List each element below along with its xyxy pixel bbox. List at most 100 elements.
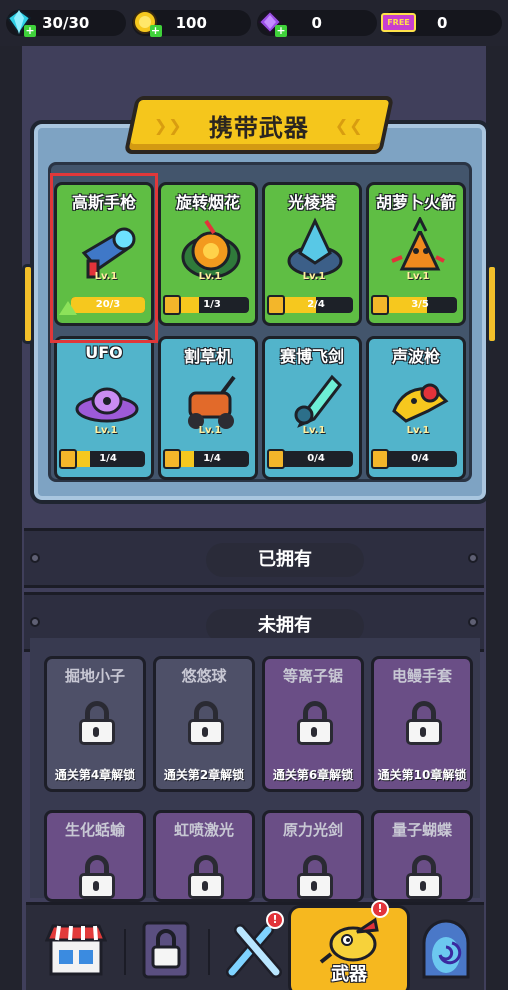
owned-title: 已拥有 (206, 543, 364, 577)
equipped-title-banner: ❯❯ 携带武器 ❮❮ (123, 96, 395, 154)
add-coin-icon[interactable]: + (149, 25, 162, 37)
weapon-name: UFO (85, 343, 123, 362)
unlock-condition: 通关第10章解锁 (377, 768, 467, 782)
free-ticket-icon: FREE (379, 7, 419, 37)
bolt-icon (468, 617, 478, 627)
lock-icon (142, 921, 190, 979)
weapon-progress-text: 0/4 (307, 453, 325, 464)
unlock-condition: 通关第6章解锁 (272, 768, 354, 782)
nav-separator (208, 929, 210, 975)
locked-weapon-card[interactable]: 量子蝴蝶 (371, 810, 473, 902)
padlock-icon (295, 855, 335, 899)
coin-value: 100 (175, 14, 207, 32)
panel-left-handle (22, 264, 34, 344)
weapons-alert-badge: ! (371, 900, 389, 918)
puzzle-piece-icon (59, 449, 77, 469)
weapon-card[interactable]: 胡萝卜火箭 Lv.1 3/5 (366, 182, 466, 326)
locked-weapon-name: 悠悠球 (181, 667, 227, 685)
add-energy-icon[interactable]: + (24, 25, 36, 37)
coin-counter[interactable]: + 100 (131, 10, 251, 37)
puzzle-piece-icon (267, 295, 285, 315)
padlock-icon (404, 701, 444, 745)
gem-value: 0 (311, 14, 322, 32)
nav-shop[interactable] (40, 917, 112, 983)
bolt-icon (30, 553, 40, 563)
weapon-progress-text: 3/5 (411, 299, 429, 310)
unlock-condition: 通关第4章解锁 (54, 768, 136, 782)
padlock-icon (295, 701, 335, 745)
portal-icon (422, 919, 470, 979)
weapon-progress-text: 2/4 (307, 299, 325, 310)
weapon-name: 旋转烟花 (175, 193, 240, 212)
padlock-icon (77, 855, 117, 899)
weapon-name: 声波枪 (391, 347, 440, 366)
nav-locked-tab[interactable] (130, 917, 202, 983)
equipped-title: 携带武器 (209, 113, 309, 142)
weapon-progress-text: 1/4 (99, 453, 117, 464)
padlock-icon (186, 855, 226, 899)
locked-weapon-card[interactable]: 虹喷激光 (153, 810, 255, 902)
locked-weapon-name: 掘地小子 (64, 667, 125, 685)
owned-divider: 已拥有 (24, 528, 484, 588)
weapon-progress-bar: 1/4 (71, 451, 145, 467)
padlock-icon (77, 701, 117, 745)
nav-weapons[interactable]: ! 武器 (288, 900, 410, 990)
nav-separator (124, 929, 126, 975)
unlock-condition: 通关第2章解锁 (163, 768, 245, 782)
weapon-progress-text: 0/4 (411, 453, 429, 464)
locked-weapon-name: 虹喷激光 (173, 821, 234, 839)
locked-weapon-card[interactable]: 原力光剑 (262, 810, 364, 902)
ticket-counter[interactable]: FREE 0 (381, 10, 502, 36)
bottom-nav: ! ! 武器 (26, 900, 484, 990)
panel-right-handle (486, 264, 498, 344)
weapon-card[interactable]: 声波枪 Lv.1 0/4 (366, 336, 466, 480)
energy-value: 30/30 (42, 14, 90, 32)
weapon-card[interactable]: 光棱塔 Lv.1 2/4 (262, 182, 362, 326)
shop-icon (45, 924, 107, 976)
locked-weapon-card[interactable]: 生化蛞蝓 (44, 810, 146, 902)
puzzle-piece-icon (267, 449, 285, 469)
weapon-card[interactable]: 割草机 Lv.1 1/4 (158, 336, 258, 480)
selected-weapon-highlight (50, 173, 158, 343)
weapon-name: 赛博飞剑 (279, 347, 344, 366)
locked-weapon-card[interactable]: 掘地小子通关第4章解锁 (44, 656, 146, 792)
locked-weapon-name: 等离子锯 (282, 667, 343, 685)
weapon-progress-bar: 3/5 (383, 297, 457, 313)
weapon-level: Lv.1 (302, 271, 326, 282)
weapon-card[interactable]: 旋转烟花 Lv.1 1/3 (158, 182, 258, 326)
weapon-progress-bar: 1/3 (175, 297, 249, 313)
nav-weapons-label: 武器 (331, 964, 367, 985)
weapon-level: Lv.1 (406, 425, 430, 436)
locked-weapon-name: 原力光剑 (282, 821, 343, 839)
weapon-card[interactable]: UFO Lv.1 1/4 (54, 336, 154, 480)
weapon-name: 割草机 (183, 347, 232, 366)
chevron-left-icon: ❯❯ (154, 115, 183, 135)
locked-weapon-name: 生化蛞蝓 (64, 821, 125, 839)
ticket-value: 0 (437, 14, 448, 32)
nav-battle[interactable]: ! (218, 911, 290, 983)
energy-counter[interactable]: + 30/30 (6, 9, 126, 37)
locked-weapon-name: 电鳗手套 (391, 667, 452, 685)
locked-weapon-name: 量子蝴蝶 (391, 821, 452, 839)
weapon-progress-bar: 0/4 (279, 451, 353, 467)
locked-weapon-card[interactable]: 电鳗手套通关第10章解锁 (371, 656, 473, 792)
padlock-icon (186, 701, 226, 745)
weapon-level: Lv.1 (198, 425, 222, 436)
resource-bar: + 30/30 + 100 + 0 FREE 0 (0, 0, 508, 46)
locked-weapon-card[interactable]: 悠悠球通关第2章解锁 (153, 656, 255, 792)
weapon-card[interactable]: 赛博飞剑 Lv.1 0/4 (262, 336, 362, 480)
weapon-name: 胡萝卜火箭 (375, 193, 456, 212)
weapon-progress-bar: 2/4 (279, 297, 353, 313)
padlock-icon (404, 855, 444, 899)
nav-portal[interactable] (410, 917, 482, 983)
battle-alert-badge: ! (266, 911, 284, 929)
bolt-icon (468, 553, 478, 563)
weapon-level: Lv.1 (302, 425, 326, 436)
add-gem-icon[interactable]: + (275, 25, 287, 37)
free-label: FREE (381, 12, 416, 32)
weapon-progress-text: 1/3 (203, 299, 221, 310)
gem-counter[interactable]: + 0 (257, 9, 377, 37)
weapon-progress-text: 1/4 (203, 453, 221, 464)
locked-weapon-card[interactable]: 等离子锯通关第6章解锁 (262, 656, 364, 792)
puzzle-piece-icon (371, 295, 389, 315)
